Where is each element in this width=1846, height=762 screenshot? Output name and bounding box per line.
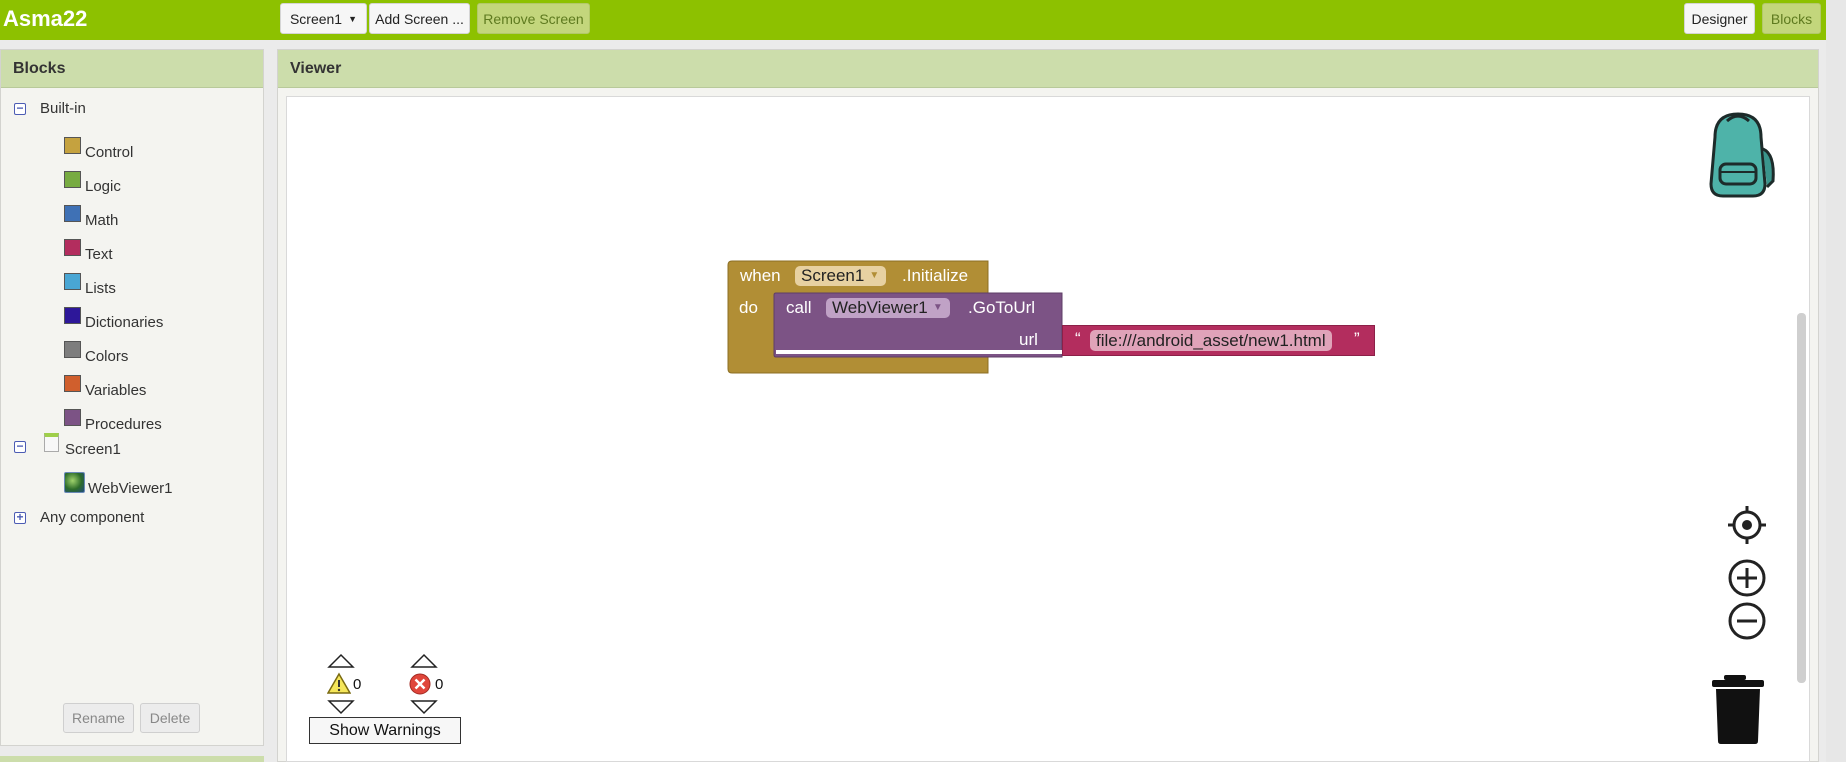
expand-any-component-icon[interactable]: +	[14, 511, 26, 524]
window-edge	[1826, 0, 1846, 762]
event-name-label: .Initialize	[902, 266, 969, 285]
backpack-icon[interactable]	[1693, 109, 1783, 199]
category-color-swatch-icon	[64, 137, 81, 154]
event-component-dropdown[interactable]: Screen1 ▼	[795, 266, 887, 286]
app-root: Asma22 Screen1 ▼ Add Screen ... Remove S…	[0, 0, 1846, 762]
blocks-panel-header: Blocks	[1, 50, 263, 88]
warning-icon	[327, 672, 351, 694]
warning-prev-arrow-icon[interactable]	[327, 653, 355, 669]
collapse-builtin-icon[interactable]: −	[14, 102, 26, 115]
tree-screen1[interactable]: Screen1	[44, 433, 121, 458]
zoom-out-icon[interactable]	[1727, 601, 1767, 641]
call-method-label: .GoToUrl	[968, 298, 1036, 317]
category-color-swatch-icon	[64, 171, 81, 188]
designer-button[interactable]: Designer	[1684, 3, 1755, 34]
call-label: call	[786, 298, 812, 317]
category-label: Math	[85, 212, 119, 229]
tree-any-component[interactable]: Any component	[40, 509, 144, 526]
caret-down-icon: ▼	[348, 13, 358, 24]
error-icon	[409, 673, 431, 695]
category-color-swatch-icon	[64, 239, 81, 256]
error-count: 0	[435, 676, 444, 693]
call-component-dropdown[interactable]: WebViewer1 ▼	[826, 298, 950, 318]
category-color-swatch-icon	[64, 307, 81, 324]
category-label: Logic	[85, 178, 121, 195]
screen-icon	[44, 433, 59, 452]
zoom-in-icon[interactable]	[1727, 558, 1767, 598]
call-url-param-label: url	[1019, 330, 1038, 349]
warning-next-arrow-icon[interactable]	[327, 699, 355, 715]
category-color-swatch-icon	[64, 205, 81, 222]
category-label: Lists	[85, 280, 116, 297]
category-color-swatch-icon	[64, 341, 81, 358]
tree-builtin[interactable]: Built-in	[40, 100, 86, 117]
workspace-vertical-scrollbar[interactable]	[1797, 313, 1806, 683]
category-procedures[interactable]: Procedures	[64, 408, 162, 433]
category-label: Control	[85, 144, 134, 161]
screen-select-dropdown[interactable]: Screen1 ▼	[280, 3, 367, 34]
call-component-label: WebViewer1	[832, 298, 928, 317]
delete-button[interactable]: Delete	[140, 703, 200, 733]
category-math[interactable]: Math	[64, 204, 118, 229]
blocks-workspace[interactable]	[286, 96, 1810, 762]
panel-bottom-strip	[0, 756, 264, 762]
category-variables[interactable]: Variables	[64, 374, 146, 399]
text-close-quote: ”	[1354, 329, 1360, 348]
event-when-label: when	[740, 266, 781, 285]
blocks-button[interactable]: Blocks	[1762, 3, 1821, 34]
remove-screen-button[interactable]: Remove Screen	[477, 3, 590, 34]
category-label: Text	[85, 246, 113, 263]
tree-webviewer1-label: WebViewer1	[88, 480, 173, 497]
warning-count: 0	[353, 676, 362, 693]
category-label: Variables	[85, 382, 147, 399]
text-open-quote: “	[1075, 329, 1081, 348]
category-color-swatch-icon	[64, 409, 81, 426]
project-title: Asma22	[3, 6, 88, 31]
category-dictionaries[interactable]: Dictionaries	[64, 306, 163, 331]
category-lists[interactable]: Lists	[64, 272, 116, 297]
event-do-label: do	[739, 298, 758, 317]
category-color-swatch-icon	[64, 375, 81, 392]
category-color-swatch-icon	[64, 273, 81, 290]
collapse-screen1-icon[interactable]: −	[14, 440, 26, 453]
category-logic[interactable]: Logic	[64, 170, 121, 195]
text-value-field[interactable]: file:///android_asset/new1.html	[1090, 330, 1332, 351]
error-prev-arrow-icon[interactable]	[410, 653, 438, 669]
error-next-arrow-icon[interactable]	[410, 699, 438, 715]
dropdown-arrow-icon: ▼	[932, 302, 943, 313]
category-label: Dictionaries	[85, 314, 164, 331]
tree-webviewer1[interactable]: WebViewer1	[64, 472, 173, 497]
screen-select-label: Screen1	[289, 10, 343, 27]
category-label: Procedures	[85, 416, 162, 433]
dropdown-arrow-icon: ▼	[869, 270, 880, 281]
event-component-label: Screen1	[801, 266, 865, 285]
top-bar: Asma22 Screen1 ▼ Add Screen ... Remove S…	[0, 0, 1846, 40]
trash-icon[interactable]	[1710, 673, 1768, 745]
rename-button[interactable]: Rename	[63, 703, 134, 733]
call-block-bottom-edge	[776, 350, 1076, 354]
tree-screen1-label: Screen1	[65, 441, 121, 458]
category-colors[interactable]: Colors	[64, 340, 128, 365]
show-warnings-button[interactable]: Show Warnings	[309, 717, 461, 744]
category-control[interactable]: Control	[64, 136, 133, 161]
category-text[interactable]: Text	[64, 238, 113, 263]
add-screen-button[interactable]: Add Screen ...	[369, 3, 470, 34]
recenter-icon[interactable]	[1727, 505, 1767, 545]
webviewer-globe-icon	[64, 472, 85, 493]
viewer-header: Viewer	[278, 50, 1818, 88]
category-label: Colors	[85, 348, 129, 365]
